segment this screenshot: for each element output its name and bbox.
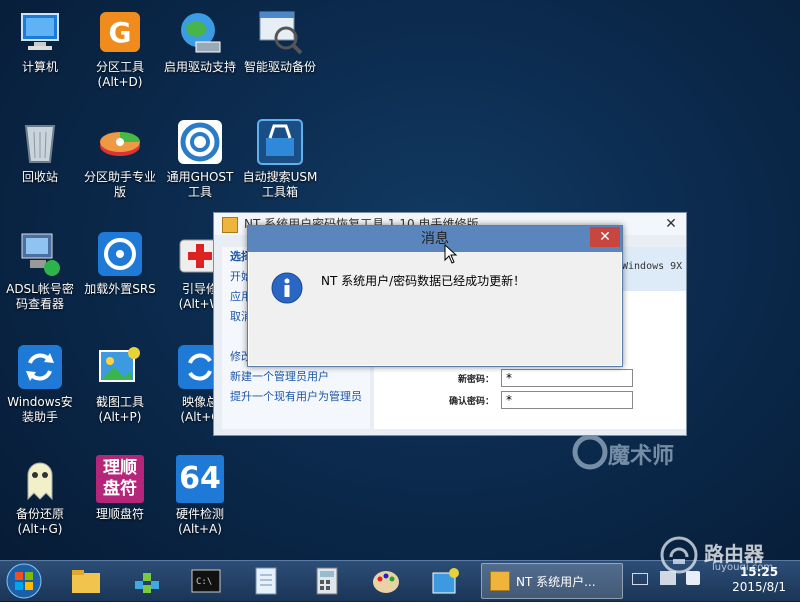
desktop-icon-label: 备份还原 (Alt+G) — [15, 507, 64, 536]
key-icon — [490, 571, 510, 591]
new-password-input[interactable]: * — [501, 369, 633, 387]
folder-icon — [72, 570, 100, 593]
desktop-icon-label: 通用GHOST 工具 — [166, 170, 234, 199]
command-prompt-icon: C:\ — [191, 569, 221, 593]
desktop-icon-label: 截图工具 (Alt+P) — [95, 395, 144, 424]
watermark-magic-text: 魔术师 — [608, 444, 675, 469]
hardware-icon: 64 — [176, 455, 224, 503]
desktop-icon-driver-backup[interactable]: 智能驱动备份 — [235, 8, 325, 75]
key-icon — [222, 217, 238, 233]
desktop-icon-driver-support[interactable]: 启用驱动支持 — [155, 8, 245, 75]
ghost-backup-icon — [16, 455, 64, 503]
driver-backup-icon — [256, 8, 304, 56]
hardware-icon-text: 64 — [179, 461, 221, 496]
desktop-icon-label: 分区工具 (Alt+D) — [95, 60, 144, 89]
confirm-password-label: 确认密码： — [448, 397, 494, 407]
globe-icon — [176, 8, 224, 56]
desktop-icon-windows-install[interactable]: Windows安 装助手 — [0, 343, 85, 425]
partition-assistant-icon — [96, 118, 144, 166]
dialog-title-bar[interactable]: 消息 ✕ — [248, 226, 622, 252]
drive-letter-icon-text: 理顺 盘符 — [103, 458, 137, 499]
windows-install-icon — [16, 343, 64, 391]
taskbar-notepad[interactable] — [250, 565, 282, 597]
desktop-icon-toolbox[interactable]: 自动搜索USM 工具箱 — [235, 118, 325, 200]
desktop-icon-partition-assistant[interactable]: 分区助手专业 版 — [75, 118, 165, 200]
taskbar-screenshot[interactable] — [430, 565, 462, 597]
dialog-body: NT 系统用户/密码数据已经成功更新！ — [249, 252, 621, 365]
desktop-icon-backup-restore[interactable]: 备份还原 (Alt+G) — [0, 455, 85, 537]
password-row: 新密码： * — [374, 369, 686, 389]
computer-icon — [16, 8, 64, 56]
desktop-icon-label: 计算机 — [21, 60, 58, 74]
desktop-icon-label: 加载外置SRS — [84, 282, 156, 296]
keyboard-icon[interactable] — [632, 573, 648, 585]
clock-date: 2015/8/1 — [732, 580, 786, 594]
desktop-icon-drive-letter[interactable]: 理顺 盘符 理顺盘符 — [75, 455, 165, 522]
desktop-icon-hardware-check[interactable]: 64 硬件检测 (Alt+A) — [155, 455, 245, 537]
taskbar-paint[interactable] — [370, 565, 402, 597]
recycle-bin-icon — [16, 118, 64, 166]
desktop-icon-label: 理顺盘符 — [95, 507, 144, 521]
desktop-icon-recycle-bin[interactable]: 回收站 — [0, 118, 85, 185]
ghost-icon — [176, 118, 224, 166]
svg-text:G: G — [109, 16, 132, 49]
confirm-row: 确认密码： * — [374, 391, 686, 411]
desktop-icon-label: 智能驱动备份 — [243, 60, 316, 74]
task-item[interactable]: 新建一个管理员用户 — [222, 367, 370, 387]
drive-letter-icon: 理顺 盘符 — [96, 455, 144, 503]
desktop-icon-label: Windows安 装助手 — [7, 395, 73, 424]
taskbar-task-label: NT 系统用户... — [516, 575, 596, 589]
desktop-icon-partition-tool[interactable]: G 分区工具 (Alt+D) — [75, 8, 165, 90]
desktop-icon-label: 启用驱动支持 — [163, 60, 236, 74]
taskbar-active-task[interactable]: NT 系统用户... — [481, 563, 623, 599]
new-password-label: 新密码： — [457, 375, 494, 385]
screenshot-tool-icon — [432, 568, 459, 594]
desktop-icon-ghost-tool[interactable]: 通用GHOST 工具 — [155, 118, 245, 200]
task-item[interactable]: 提升一个现有用户为管理员 — [222, 387, 370, 407]
screenshot-icon — [96, 343, 144, 391]
calculator-icon — [316, 567, 338, 595]
watermark-router: 路由器 luyouqi.com — [660, 536, 800, 576]
svg-text:C:\: C:\ — [196, 577, 212, 587]
desktop-icon-label: ADSL帐号密 码查看器 — [6, 282, 74, 311]
desktop-icon-computer[interactable]: 计算机 — [0, 8, 85, 75]
watermark-router-url: luyouqi.com — [712, 562, 774, 573]
taskbar-explorer[interactable] — [70, 565, 102, 597]
blocks-icon — [135, 573, 159, 593]
watermark-magic: 魔术师 — [572, 432, 684, 472]
desktop-icon-label: 自动搜索USM 工具箱 — [242, 170, 318, 199]
info-icon — [271, 272, 303, 304]
taskbar-cmd[interactable]: C:\ — [190, 565, 222, 597]
desktop-icon-adsl[interactable]: ADSL帐号密 码查看器 — [0, 230, 85, 312]
start-button[interactable] — [6, 563, 42, 599]
adsl-icon — [16, 230, 64, 278]
srs-icon — [96, 230, 144, 278]
desktop-icon-label: 回收站 — [21, 170, 58, 184]
diskgenius-icon: G — [96, 8, 144, 56]
dialog-message: NT 系统用户/密码数据已经成功更新！ — [321, 274, 526, 288]
message-dialog[interactable]: 消息 ✕ NT 系统用户/密码数据已经成功更新！ — [247, 225, 623, 367]
dialog-close-button[interactable]: ✕ — [590, 227, 620, 247]
taskbar-app-blocks[interactable] — [131, 565, 163, 597]
confirm-password-input[interactable]: * — [501, 391, 633, 409]
watermark-logo-icon — [572, 434, 608, 470]
desktop-icon-screenshot[interactable]: 截图工具 (Alt+P) — [75, 343, 165, 425]
windows-logo-icon — [6, 563, 42, 599]
mouse-cursor-icon — [444, 244, 458, 264]
notepad-icon — [255, 567, 277, 595]
window-close-button[interactable]: ✕ — [656, 213, 686, 235]
desktop-icon-srs[interactable]: 加载外置SRS — [75, 230, 165, 297]
desktop-icon-label: 硬件检测 (Alt+A) — [175, 507, 224, 536]
paint-palette-icon — [373, 571, 399, 593]
toolbox-icon — [256, 118, 304, 166]
desktop-icon-label: 分区助手专业 版 — [83, 170, 156, 199]
router-logo-icon — [660, 536, 698, 574]
taskbar-calculator[interactable] — [311, 565, 343, 597]
panel-header-text: Windows 9X — [622, 261, 683, 272]
